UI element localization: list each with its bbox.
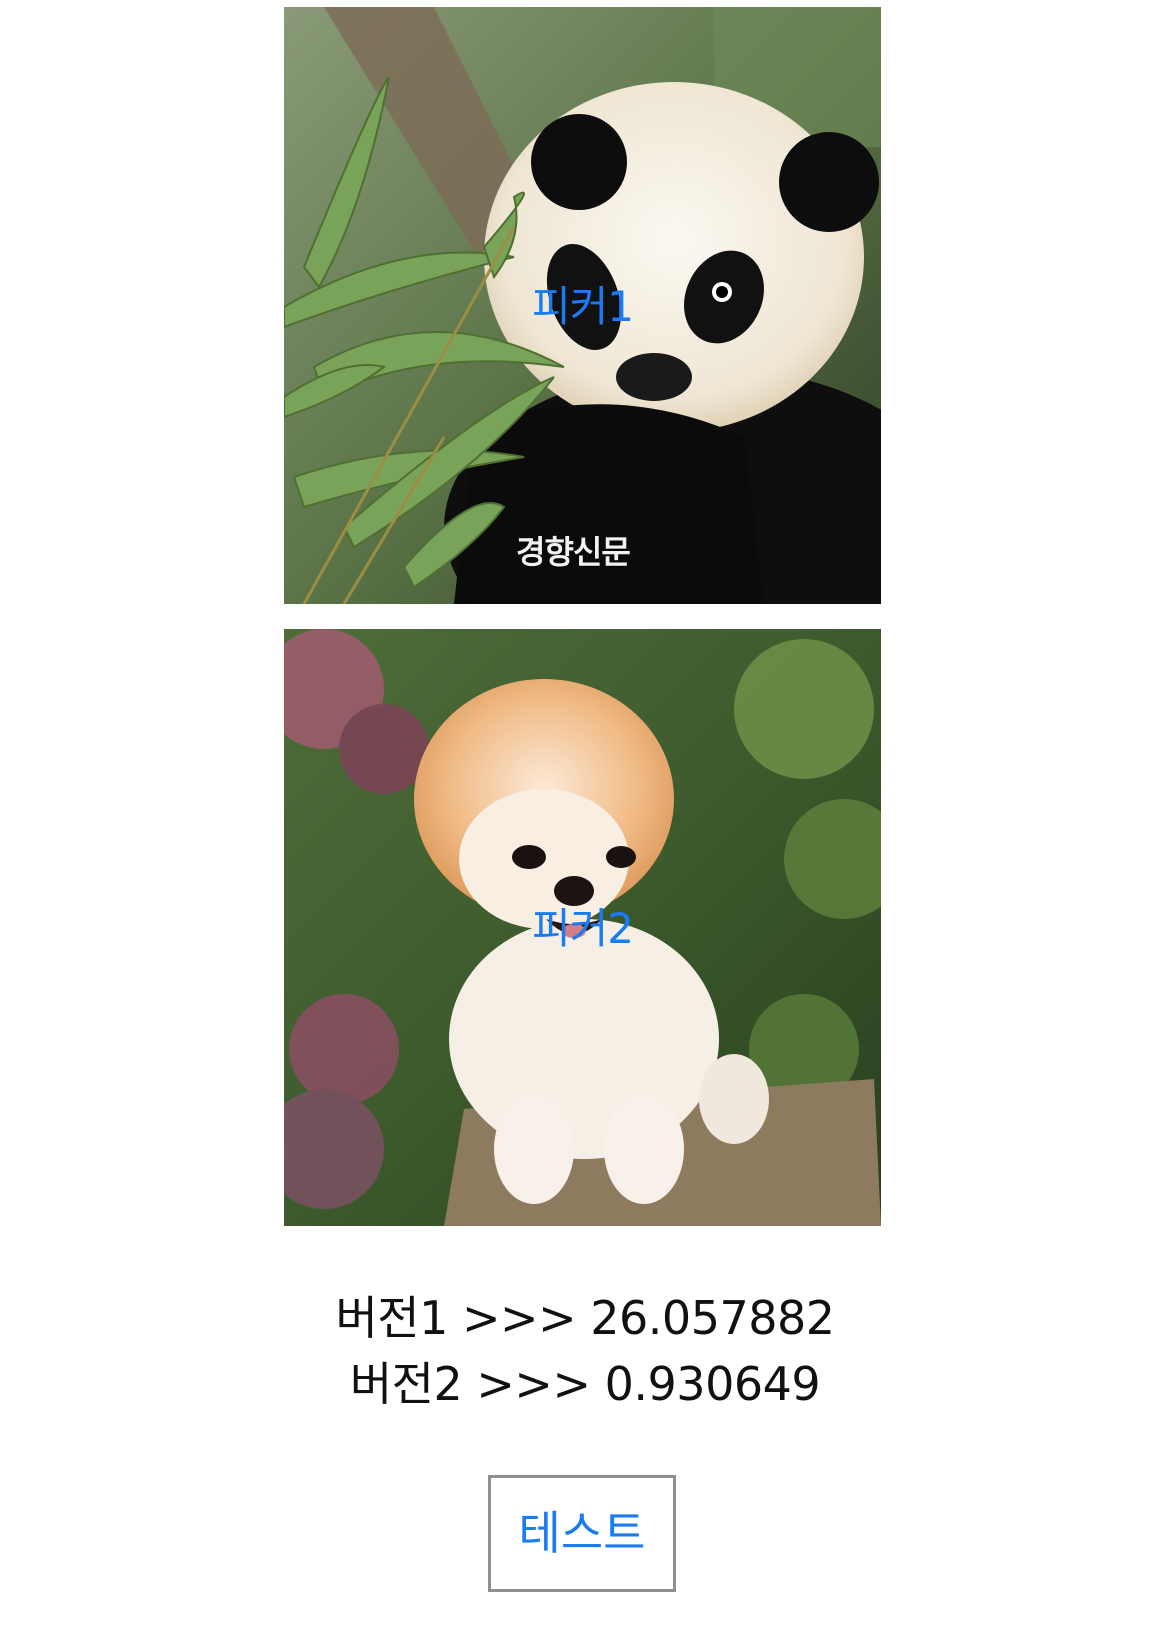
picker-2[interactable]: 피커2 xyxy=(284,629,881,1226)
version1-result: 버전1 >>> 26.057882 xyxy=(0,1285,1170,1351)
version2-label: 버전2 xyxy=(349,1357,463,1411)
results-panel: 버전1 >>> 26.057882 버전2 >>> 0.930649 xyxy=(0,1285,1170,1417)
picker-1-label: 피커1 xyxy=(531,282,634,331)
version2-value: 0.930649 xyxy=(604,1357,821,1411)
test-button[interactable]: 테스트 xyxy=(488,1475,676,1592)
picker-1[interactable]: 경향신문 피커1 xyxy=(284,7,881,604)
version1-value: 26.057882 xyxy=(590,1291,835,1345)
picker-2-label: 피커2 xyxy=(531,904,634,953)
version2-separator: >>> xyxy=(476,1357,591,1411)
version1-separator: >>> xyxy=(462,1291,577,1345)
version1-label: 버전1 xyxy=(335,1291,448,1345)
watermark-text: 경향신문 xyxy=(516,533,631,571)
version2-result: 버전2 >>> 0.930649 xyxy=(0,1351,1170,1417)
